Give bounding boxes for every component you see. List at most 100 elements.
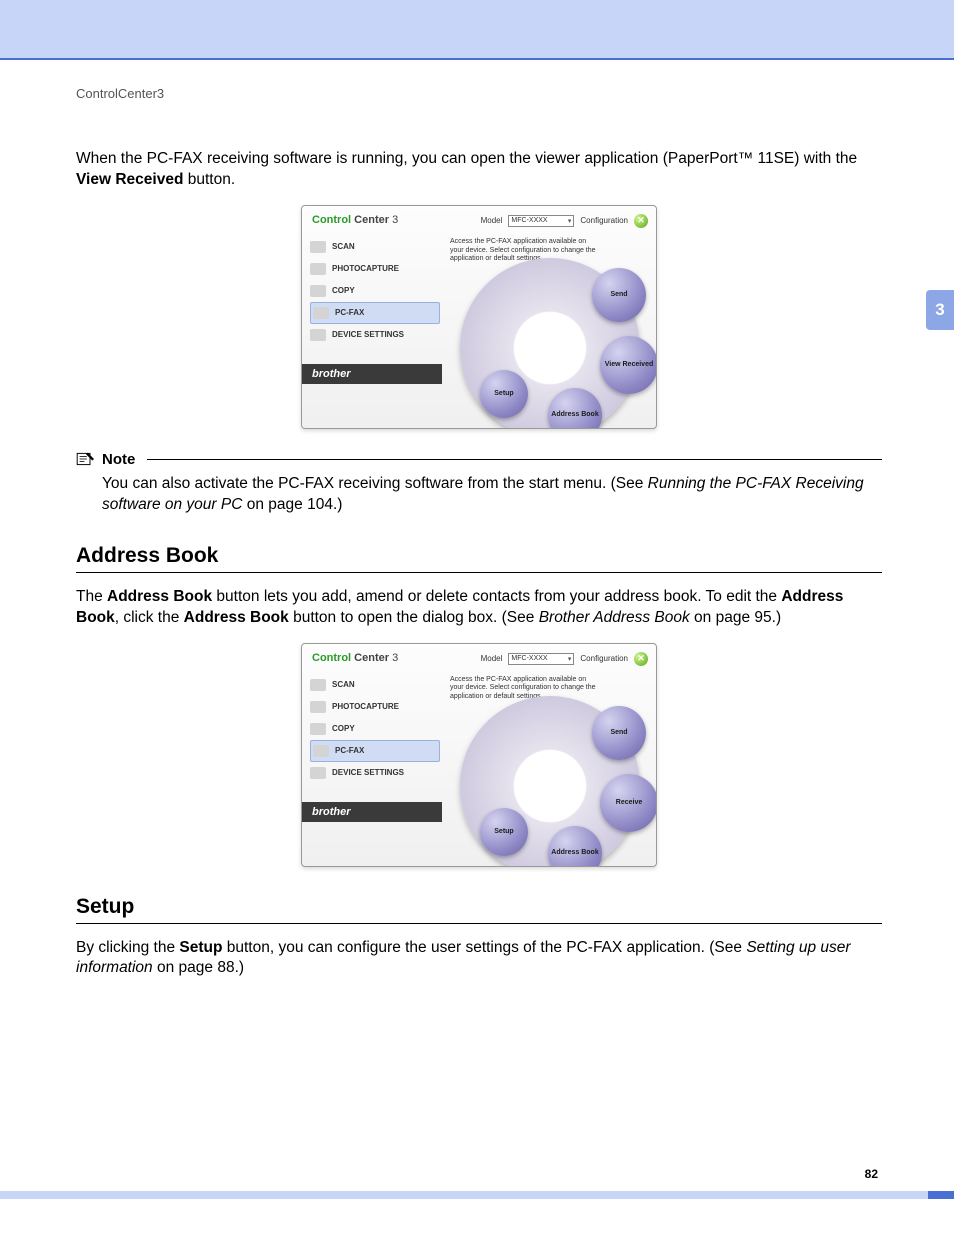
screenshot-controlcenter-1: Control Center 3 Model MFC-XXXX ▾ Config… <box>301 205 657 429</box>
t: Address Book <box>107 588 212 605</box>
note-body: You can also activate the PC-FAX receivi… <box>76 468 882 516</box>
note-icon <box>76 451 96 467</box>
intro-bold: View Received <box>76 171 183 188</box>
note-post: on page 104.) <box>242 496 342 513</box>
sidebar-item-copy[interactable]: COPY <box>310 718 440 740</box>
t: Brother Address Book <box>539 609 690 626</box>
orb-wheel: Send Receive Address Book Setup <box>450 686 650 867</box>
footer-band <box>0 1191 954 1199</box>
t: Setup <box>179 939 222 956</box>
note-pre: You can also activate the PC-FAX receivi… <box>102 475 648 492</box>
sidebar-item-pcfax[interactable]: PC-FAX <box>310 302 440 324</box>
app-title-num: 3 <box>389 214 398 226</box>
sidebar-label: COPY <box>332 724 355 733</box>
footer-accent <box>928 1191 954 1199</box>
photo-icon <box>310 263 326 275</box>
intro-paragraph: When the PC-FAX receiving software is ru… <box>76 149 882 191</box>
intro-pre: When the PC-FAX receiving software is ru… <box>76 150 857 167</box>
sidebar-item-scan[interactable]: SCAN <box>310 674 440 696</box>
app-title-control: Control <box>312 214 351 226</box>
sidebar-item-scan[interactable]: SCAN <box>310 236 440 258</box>
fax-icon <box>313 307 329 319</box>
copy-icon <box>310 285 326 297</box>
sidebar-label: SCAN <box>332 680 355 689</box>
orb-send[interactable]: Send <box>592 706 646 760</box>
orb-view-received[interactable]: View Received <box>600 336 657 394</box>
brother-brand-bar: brother <box>302 802 442 822</box>
app-header-right: Model MFC-XXXX ▾ Configuration ✕ <box>481 652 648 666</box>
configuration-label[interactable]: Configuration <box>580 654 628 663</box>
app-sidebar: SCAN PHOTOCAPTURE COPY PC-FAX DEVICE SET… <box>310 674 440 784</box>
orb-setup[interactable]: Setup <box>480 370 528 418</box>
fax-icon <box>313 745 329 757</box>
chapter-side-tab: 3 <box>926 290 954 330</box>
t: on page 88.) <box>153 959 244 976</box>
app-sidebar: SCAN PHOTOCAPTURE COPY PC-FAX DEVICE SET… <box>310 236 440 346</box>
model-dropdown[interactable]: MFC-XXXX ▾ <box>508 215 574 227</box>
header-breadcrumb: ControlCenter3 <box>76 86 882 101</box>
model-label: Model <box>481 216 503 225</box>
t: , click the <box>115 609 184 626</box>
device-icon <box>310 767 326 779</box>
t: button, you can configure the user setti… <box>222 939 746 956</box>
t: button lets you add, amend or delete con… <box>212 588 781 605</box>
brother-brand-bar: brother <box>302 364 442 384</box>
app-title-num: 3 <box>389 652 398 664</box>
note-block: Note You can also activate the PC-FAX re… <box>76 451 882 516</box>
app-title-center: Center <box>351 214 389 226</box>
intro-post: button. <box>183 171 235 188</box>
top-band <box>0 0 954 60</box>
screenshot-controlcenter-2: Control Center 3 Model MFC-XXXX ▾ Config… <box>301 643 657 867</box>
sidebar-label: PHOTOCAPTURE <box>332 702 399 711</box>
t: The <box>76 588 107 605</box>
sidebar-item-device-settings[interactable]: DEVICE SETTINGS <box>310 324 440 346</box>
orb-receive[interactable]: Receive <box>600 774 657 832</box>
section-title-address-book: Address Book <box>76 544 882 568</box>
photo-icon <box>310 701 326 713</box>
scan-icon <box>310 679 326 691</box>
model-value: MFC-XXXX <box>511 655 547 662</box>
chevron-down-icon: ▾ <box>568 655 572 663</box>
sidebar-label: DEVICE SETTINGS <box>332 330 404 339</box>
sidebar-label: PC-FAX <box>335 746 364 755</box>
sidebar-label: COPY <box>332 286 355 295</box>
section-rule <box>76 923 882 924</box>
section-rule <box>76 572 882 573</box>
page-number: 82 <box>865 1167 878 1181</box>
app-title: Control Center 3 <box>312 652 398 664</box>
t: Address Book <box>184 609 289 626</box>
orb-wheel: Send View Received Address Book Setup <box>450 248 650 429</box>
app-title: Control Center 3 <box>312 214 398 226</box>
orb-send[interactable]: Send <box>592 268 646 322</box>
close-icon[interactable]: ✕ <box>634 652 648 666</box>
section-title-setup: Setup <box>76 895 882 919</box>
app-title-center: Center <box>351 652 389 664</box>
scan-icon <box>310 241 326 253</box>
t: By clicking the <box>76 939 179 956</box>
sidebar-label: PC-FAX <box>335 308 364 317</box>
sidebar-label: DEVICE SETTINGS <box>332 768 404 777</box>
sidebar-label: PHOTOCAPTURE <box>332 264 399 273</box>
sidebar-item-photocapture[interactable]: PHOTOCAPTURE <box>310 258 440 280</box>
orb-setup[interactable]: Setup <box>480 808 528 856</box>
t: button to open the dialog box. (See <box>289 609 539 626</box>
setup-paragraph: By clicking the Setup button, you can co… <box>76 938 882 980</box>
model-label: Model <box>481 654 503 663</box>
device-icon <box>310 329 326 341</box>
configuration-label[interactable]: Configuration <box>580 216 628 225</box>
app-title-control: Control <box>312 652 351 664</box>
copy-icon <box>310 723 326 735</box>
chevron-down-icon: ▾ <box>568 217 572 225</box>
sidebar-item-pcfax[interactable]: PC-FAX <box>310 740 440 762</box>
t: on page 95.) <box>690 609 781 626</box>
note-label: Note <box>102 451 135 468</box>
sidebar-item-device-settings[interactable]: DEVICE SETTINGS <box>310 762 440 784</box>
model-value: MFC-XXXX <box>511 217 547 224</box>
sidebar-item-photocapture[interactable]: PHOTOCAPTURE <box>310 696 440 718</box>
model-dropdown[interactable]: MFC-XXXX ▾ <box>508 653 574 665</box>
sidebar-label: SCAN <box>332 242 355 251</box>
note-rule <box>147 459 882 460</box>
address-book-paragraph: The Address Book button lets you add, am… <box>76 587 882 629</box>
sidebar-item-copy[interactable]: COPY <box>310 280 440 302</box>
close-icon[interactable]: ✕ <box>634 214 648 228</box>
